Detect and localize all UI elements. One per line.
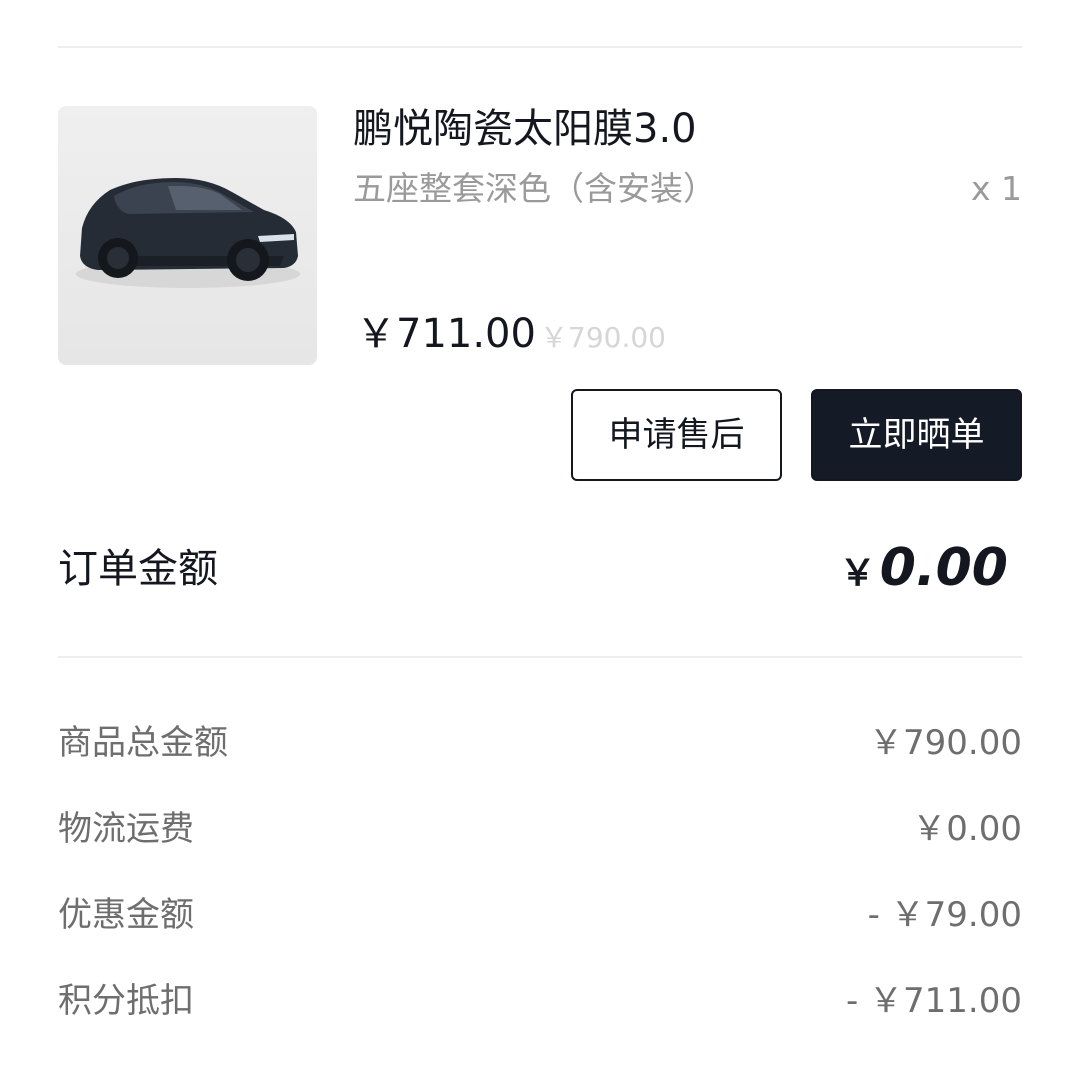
top-divider — [58, 46, 1022, 48]
summary-row-discount: 优惠金额 - ￥79.00 — [58, 890, 1022, 940]
product-image[interactable] — [58, 106, 317, 365]
summary-row-goods-total: 商品总金额 ￥790.00 — [58, 718, 1022, 768]
after-sales-button[interactable]: 申请售后 — [571, 389, 782, 481]
summary-amount: - ￥711.00 — [845, 981, 1022, 1021]
car-icon — [76, 178, 300, 288]
order-amount-label: 订单金额 — [58, 546, 218, 592]
summary-row-shipping: 物流运费 ￥0.00 — [58, 804, 1022, 854]
summary-label: 商品总金额 — [58, 723, 228, 763]
summary-amount: - ￥79.00 — [867, 895, 1022, 935]
product-quantity: x 1 — [970, 169, 1022, 208]
product-title[interactable]: 鹏悦陶瓷太阳膜3.0 — [353, 102, 697, 156]
order-amount-currency: ￥ — [839, 553, 876, 594]
summary-label: 优惠金额 — [58, 895, 194, 935]
order-amount-value: 0.00 — [879, 538, 1008, 598]
summary-row-points: 积分抵扣 - ￥711.00 — [58, 976, 1022, 1026]
summary-amount: ￥790.00 — [869, 723, 1022, 763]
summary-label: 积分抵扣 — [58, 981, 194, 1021]
share-order-button[interactable]: 立即晒单 — [811, 389, 1022, 481]
order-amount: ￥0.00 — [840, 538, 1008, 602]
product-spec: 五座整套深色（含安装） — [353, 169, 716, 208]
summary-amount: ￥0.00 — [912, 809, 1022, 849]
summary-label: 物流运费 — [58, 809, 194, 849]
summary-divider — [58, 656, 1022, 658]
order-detail-page: 鹏悦陶瓷太阳膜3.0 五座整套深色（含安装） x 1 ￥711.00 ￥790.… — [0, 0, 1080, 1088]
product-price: ￥711.00 — [356, 311, 536, 357]
product-original-price: ￥790.00 — [540, 321, 666, 354]
